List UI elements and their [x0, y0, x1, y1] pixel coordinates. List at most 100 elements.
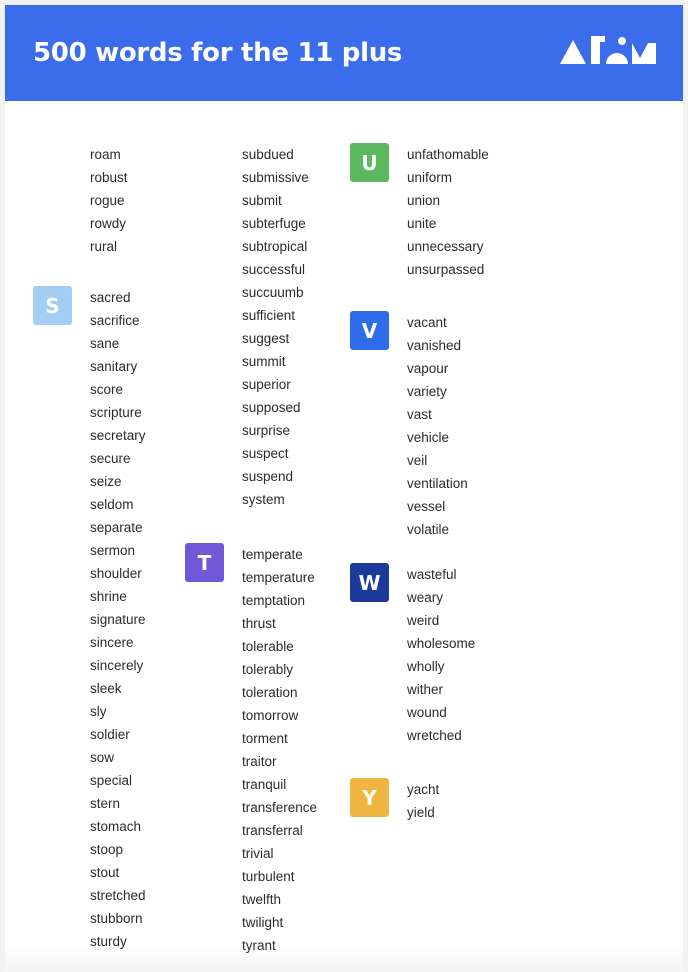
word-item: special	[90, 773, 133, 788]
word-list: sacred sacrifice sane sanitary score scriptur…	[90, 286, 146, 953]
letter-group-t: Ttemperate temperature temptation thrust tol…	[185, 543, 317, 957]
word-item: signature	[90, 612, 146, 627]
word-item: volatile	[407, 522, 450, 537]
letter-group-v: Vvacant vanished vapour variety vast vehicle v…	[350, 311, 468, 541]
word-item: stern	[90, 796, 121, 811]
word-item: vast	[407, 407, 432, 422]
word-list: wasteful weary weird wholesome wholly wither w…	[407, 563, 475, 747]
letter-group-y: Yyacht yield	[350, 778, 439, 824]
word-item: sincerely	[90, 658, 144, 673]
word-item: stomach	[90, 819, 142, 834]
word-item: tomorrow	[242, 708, 299, 723]
letter-group-u: Uunfathomable uniform union unite unnecessar…	[350, 143, 489, 281]
word-item: unnecessary	[407, 239, 484, 254]
word-item: thrust	[242, 616, 276, 631]
word-item: vehicle	[407, 430, 450, 445]
word-item: succuumb	[242, 285, 304, 300]
word-item: roam	[90, 147, 121, 162]
word-list: yacht yield	[407, 778, 439, 824]
word-item: soldier	[90, 727, 130, 742]
word-item: sly	[90, 704, 107, 719]
word-item: sanitary	[90, 359, 138, 374]
word-item: uniform	[407, 170, 453, 185]
word-item: rowdy	[90, 216, 127, 231]
word-item: submit	[242, 193, 282, 208]
word-item: shoulder	[90, 566, 142, 581]
word-item: wither	[407, 682, 444, 697]
word-item: superior	[242, 377, 291, 392]
word-item: sacred	[90, 290, 131, 305]
word-list: unfathomable uniform union unite unnecessary…	[407, 143, 489, 281]
word-item: weird	[407, 613, 440, 628]
word-item: separate	[90, 520, 143, 535]
word-item: suggest	[242, 331, 290, 346]
word-list: subdued submissive submit subterfuge subtrop…	[242, 143, 309, 511]
word-item: robust	[90, 170, 128, 185]
word-item: wretched	[407, 728, 462, 743]
word-item: trivial	[242, 846, 274, 861]
word-item: stout	[90, 865, 120, 880]
letter-badge-y: Y	[350, 778, 389, 817]
word-item: rural	[90, 239, 118, 254]
word-item: ventilation	[407, 476, 468, 491]
word-item: supposed	[242, 400, 301, 415]
page-header: 500 words for the 11 plus	[5, 5, 683, 101]
word-item: stretched	[90, 888, 146, 903]
word-item: surprise	[242, 423, 291, 438]
word-item: tolerably	[242, 662, 294, 677]
word-item: torment	[242, 731, 288, 746]
letter-group: roam robust rogue rowdy rural	[33, 143, 128, 258]
word-item: tyrant	[242, 938, 276, 953]
word-item: sacrifice	[90, 313, 140, 328]
word-list: roam robust rogue rowdy rural	[90, 143, 128, 258]
word-item: weary	[407, 590, 444, 605]
word-item: sow	[90, 750, 115, 765]
word-item: sleek	[90, 681, 122, 696]
word-item: temperate	[242, 547, 303, 562]
word-item: seize	[90, 474, 122, 489]
word-item: temptation	[242, 593, 306, 608]
word-item: seldom	[90, 497, 134, 512]
word-item: wound	[407, 705, 447, 720]
word-item: transferral	[242, 823, 303, 838]
word-item: wholesome	[407, 636, 476, 651]
letter-badge-s: S	[33, 286, 72, 325]
letter-badge-w: W	[350, 563, 389, 602]
word-item: vapour	[407, 361, 449, 376]
word-item: sermon	[90, 543, 136, 558]
word-item: vanished	[407, 338, 462, 353]
word-item: traitor	[242, 754, 277, 769]
letter-group-w: Wwasteful weary weird wholesome wholly wither…	[350, 563, 475, 747]
word-item: successful	[242, 262, 306, 277]
word-item: union	[407, 193, 441, 208]
word-item: vessel	[407, 499, 446, 514]
word-item: tolerable	[242, 639, 294, 654]
word-item: unite	[407, 216, 437, 231]
word-columns-area: roam robust rogue rowdy rural Ssacred sacrific…	[5, 101, 683, 972]
word-item: suspend	[242, 469, 294, 484]
word-item: scripture	[90, 405, 142, 420]
word-item: summit	[242, 354, 286, 369]
word-item: variety	[407, 384, 447, 399]
word-item: score	[90, 382, 124, 397]
word-item: rogue	[90, 193, 125, 208]
letter-badge-u: U	[350, 143, 389, 182]
word-item: veil	[407, 453, 428, 468]
word-item: twilight	[242, 915, 284, 930]
word-item: subtropical	[242, 239, 308, 254]
page-title: 500 words for the 11 plus	[33, 38, 403, 68]
word-item: unsurpassed	[407, 262, 485, 277]
word-item: stubborn	[90, 911, 143, 926]
word-item: submissive	[242, 170, 309, 185]
columns-container: roam robust rogue rowdy rural Ssacred sacrific…	[5, 101, 683, 972]
word-item: subdued	[242, 147, 294, 162]
word-item: yacht	[407, 782, 440, 797]
word-item: toleration	[242, 685, 298, 700]
word-list: vacant vanished vapour variety vast vehicle ve…	[407, 311, 468, 541]
word-item: sane	[90, 336, 120, 351]
word-item: twelfth	[242, 892, 282, 907]
word-item: wasteful	[407, 567, 457, 582]
letter-group-s: Ssacred sacrifice sane sanitary score scriptu…	[33, 286, 146, 953]
word-item: sturdy	[90, 934, 127, 949]
word-item: subterfuge	[242, 216, 306, 231]
